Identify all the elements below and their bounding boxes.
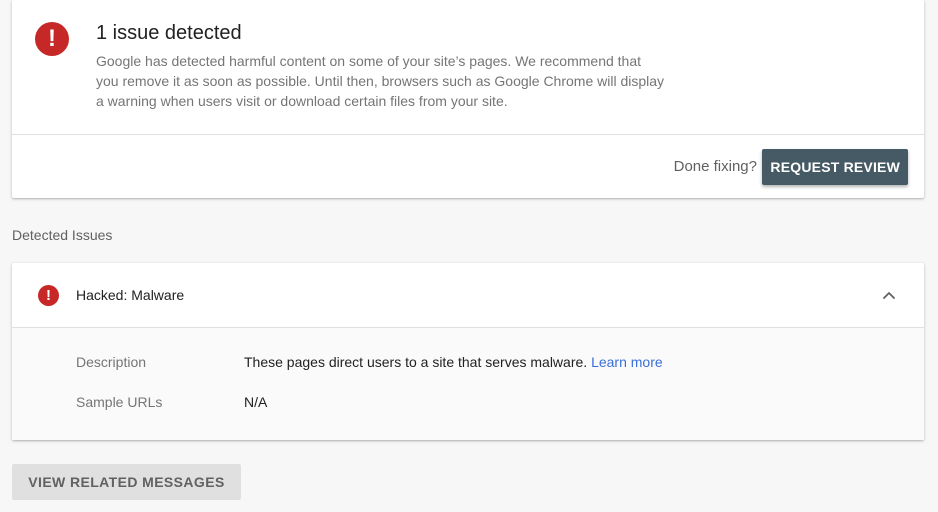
summary-title: 1 issue detected [96,22,242,44]
alert-circle-icon: ! [35,22,69,56]
issue-header-toggle[interactable]: ! Hacked: Malware [12,263,924,327]
summary-divider [12,134,924,135]
done-fixing-label: Done fixing? [673,158,757,175]
description-label: Description [76,354,147,370]
issue-title: Hacked: Malware [76,287,185,303]
issue-summary-card: ! 1 issue detected Google has detected h… [12,0,924,198]
summary-description: Google has detected harmful content on s… [96,53,665,109]
alert-circle-icon: ! [38,285,59,306]
view-related-messages-button[interactable]: VIEW RELATED MESSAGES [12,464,241,500]
learn-more-link[interactable]: Learn more [591,354,663,370]
request-review-button[interactable]: REQUEST REVIEW [762,149,908,185]
sample-urls-label: Sample URLs [76,394,163,410]
description-text: These pages direct users to a site that … [244,354,588,370]
issue-card-hacked-malware: ! Hacked: Malware Description These page… [12,263,924,440]
sample-urls-value: N/A [244,394,268,410]
detected-issues-heading: Detected Issues [12,227,113,243]
description-value: These pages direct users to a site that … [244,354,663,370]
chevron-up-icon[interactable] [882,288,896,302]
issue-details: Description These pages direct users to … [12,328,924,440]
